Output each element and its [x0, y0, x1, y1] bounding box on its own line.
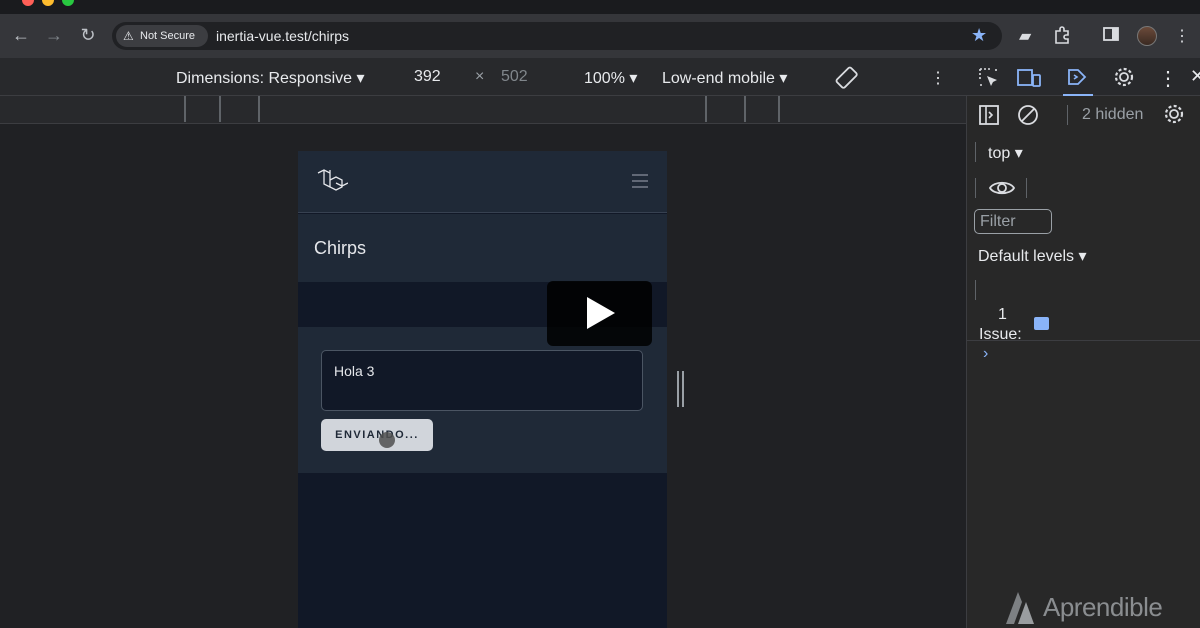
- console-settings-icon[interactable]: [1163, 103, 1185, 130]
- ruler-tick[interactable]: [258, 96, 260, 122]
- sources-icon: [1068, 69, 1087, 85]
- app-navbar: [298, 151, 667, 213]
- ruler-tick[interactable]: [705, 96, 707, 122]
- back-arrow-icon[interactable]: ←: [10, 24, 32, 46]
- avatar[interactable]: [1137, 26, 1157, 46]
- ruler-tick[interactable]: [219, 96, 221, 122]
- hamburger-icon[interactable]: [631, 173, 649, 194]
- media-query-ruler: [0, 96, 966, 124]
- reload-icon[interactable]: ↻: [77, 24, 99, 46]
- issue-count[interactable]: 1: [998, 306, 1007, 324]
- watermark: Aprendible: [1043, 592, 1163, 622]
- message-icon[interactable]: [1034, 317, 1049, 330]
- tab-strip: [0, 0, 1200, 14]
- zoom-label: 100%: [584, 70, 625, 87]
- play-icon: [587, 297, 615, 329]
- sidebar-icon[interactable]: [1103, 26, 1119, 47]
- security-chip-label: Not Secure: [140, 30, 196, 42]
- separator: [975, 178, 976, 198]
- ruler-tick[interactable]: [184, 96, 186, 122]
- inspect-icon[interactable]: [978, 67, 1000, 94]
- security-chip[interactable]: ⚠ Not Secure: [116, 25, 208, 47]
- settings-icon[interactable]: [1113, 66, 1135, 93]
- separator: [1026, 178, 1027, 198]
- url-text[interactable]: inertia-vue.test/chirps: [216, 28, 349, 44]
- height-input[interactable]: 502: [501, 68, 528, 86]
- dimensions-select[interactable]: Dimensions: Responsive ▾: [176, 68, 365, 88]
- kebab-menu-icon[interactable]: ⋮: [1174, 26, 1190, 46]
- context-label: top: [988, 145, 1011, 162]
- separator: [1067, 105, 1068, 125]
- throttle-label: Low-end mobile: [662, 70, 775, 87]
- chirp-textarea[interactable]: Hola 3: [321, 350, 643, 411]
- device-frame: Chirps Hola 3 ENVIANDO...: [298, 151, 667, 628]
- issue-label[interactable]: Issue:: [979, 326, 1022, 344]
- separator: [975, 142, 976, 162]
- separator: [975, 280, 976, 300]
- zoom-select[interactable]: 100% ▾: [584, 68, 637, 88]
- mouse-cursor: [379, 432, 395, 448]
- throttle-select[interactable]: Low-end mobile ▾: [662, 68, 787, 88]
- ruler-tick[interactable]: [778, 96, 780, 122]
- width-input[interactable]: 392: [414, 68, 441, 86]
- device-more-icon[interactable]: ⋮: [930, 68, 946, 88]
- levels-label: Default levels: [978, 248, 1075, 265]
- forward-arrow-icon[interactable]: →: [43, 24, 65, 46]
- close-icon[interactable]: ✕: [1190, 66, 1200, 87]
- devtools-more-icon[interactable]: ⋮: [1158, 66, 1178, 91]
- clear-icon[interactable]: [1017, 104, 1039, 131]
- aprendible-logo-icon: [1004, 590, 1036, 628]
- context-select[interactable]: top ▾: [988, 143, 1023, 163]
- eye-icon[interactable]: [988, 178, 1016, 203]
- levels-select[interactable]: Default levels ▾: [978, 246, 1087, 266]
- rotate-icon[interactable]: [834, 65, 860, 96]
- star-icon[interactable]: ★: [971, 25, 987, 46]
- resize-handle[interactable]: [677, 371, 684, 407]
- panel-toggle-icon[interactable]: [978, 104, 1000, 131]
- laravel-logo-icon[interactable]: [316, 167, 349, 204]
- console-divider: [966, 340, 1200, 341]
- warning-icon: ⚠: [123, 29, 134, 43]
- page-title: Chirps: [314, 238, 367, 258]
- dimensions-label: Dimensions: Responsive: [176, 70, 353, 87]
- hidden-count[interactable]: 2 hidden: [1082, 106, 1143, 124]
- tab-sources[interactable]: [1063, 60, 1093, 96]
- device-icon[interactable]: [1016, 67, 1042, 94]
- puzzle-icon[interactable]: [1053, 26, 1071, 49]
- extension-icon[interactable]: ▰: [1019, 26, 1031, 46]
- ruler-tick[interactable]: [744, 96, 746, 122]
- times-symbol: ×: [475, 68, 485, 85]
- submit-button[interactable]: ENVIANDO...: [321, 419, 433, 451]
- filter-input[interactable]: Filter: [974, 209, 1052, 234]
- console-prompt[interactable]: ›: [983, 345, 988, 363]
